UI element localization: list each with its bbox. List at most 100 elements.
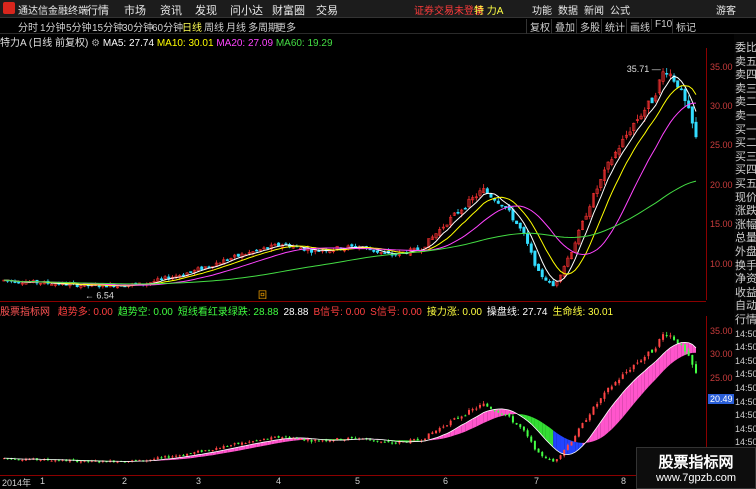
price-axis: 35.0030.0025.0020.0015.0010.00 [706,48,735,300]
indicator-candle-body [157,457,159,459]
tab-multi-period[interactable]: 多周期 [248,19,278,34]
indicator-candle-body [303,439,305,441]
tab-daily[interactable]: 日线 [182,19,202,34]
menu-function[interactable]: 功能 [532,2,552,17]
ribbon-segment [637,374,641,399]
indicator-candle-body [186,454,188,456]
tab-60min[interactable]: 60分钟 [152,19,183,34]
indicator-candle-body [21,460,23,461]
menu-item-discover[interactable]: 发现 [195,2,217,18]
toolbar: 分时 1分钟 5分钟 15分钟 30分钟 60分钟 日线 周线 月线 多周期 更… [0,18,756,34]
multi-stock-button[interactable]: 多股 [576,19,600,34]
side-panel-label: 外盘 [735,246,756,259]
ma-info-bar: 特力A (日线 前复权) ⚙ MA5: 27.74 MA10: 30.01 MA… [0,34,706,47]
ribbon-segment [491,409,495,419]
tab-30min[interactable]: 30分钟 [122,19,153,34]
menu-item-quotes[interactable]: 行情 [87,2,109,18]
side-panel-label: 买三 [735,151,756,164]
candle-body [417,248,419,250]
indicator-candle-body [270,437,272,439]
indicator-candle-body [263,439,265,440]
indicator-candle-body [230,445,232,446]
indicator-candle-body [644,357,646,361]
indicator-candle-body [54,460,56,461]
indicator-candle-body [688,351,690,355]
operator-line [4,342,696,461]
indicator-candle-body [475,409,477,410]
indicator-candle-body [505,414,507,415]
candle-body [98,286,100,287]
tab-1min[interactable]: 1分钟 [40,19,66,34]
watermark: 股票指标网 www.7gpzb.com [636,447,756,489]
tab-intraday[interactable]: 分时 [18,19,38,34]
indicator-candle-body [450,421,452,426]
indicator-candle-body [556,459,558,461]
candle-body [351,245,353,247]
indicator-candle-body [164,456,166,457]
indicator-candle-body [252,441,254,442]
f10-button[interactable]: F10 [651,19,672,30]
side-panel-label: 14:50 [735,368,756,381]
price-tick: 10.00 [710,259,733,269]
candle-body [530,244,532,253]
adjust-button[interactable]: 复权 [526,19,550,34]
indicator-candle-body [245,443,247,444]
candlestick-chart[interactable]: 35.71 —← 6.54回 [0,48,706,300]
side-panel-label: 净资 [735,273,756,286]
side-panel-label: 卖三 [735,83,756,96]
indicator-candle-body [318,441,320,442]
tab-5min[interactable]: 5分钟 [66,19,92,34]
menu-newsfeed[interactable]: 新闻 [584,2,604,17]
app-title: 通达信金融终端 [18,2,88,17]
indicator-candle-body [640,361,642,363]
indicator-candle-body [259,440,261,441]
date-tick: 6 [443,476,448,486]
side-panel-label: 委比 [735,42,756,55]
menu-item-market[interactable]: 市场 [124,2,146,18]
indicator-candle-body [680,344,682,345]
indicator-candle-body [560,455,562,459]
quote-side-panel: 委比卖五卖四卖三卖二卖一买一买二买三买四买五现价涨跌涨幅总量外盘换手净资收益自动… [734,34,756,487]
mark-button[interactable]: 标记 [672,19,696,34]
candle-body [266,248,268,249]
draw-button[interactable]: 画线 [626,19,650,34]
indicator-candle-body [581,423,583,428]
app-logo-icon [3,2,15,14]
indicator-candle-body [281,437,283,438]
tab-15min[interactable]: 15分钟 [92,19,123,34]
menu-formula[interactable]: 公式 [610,2,630,17]
menu-item-trade[interactable]: 交易 [316,2,338,18]
tab-monthly[interactable]: 月线 [226,19,246,34]
stats-button[interactable]: 统计 [601,19,625,34]
price-tick: 25.00 [710,140,733,150]
tab-weekly[interactable]: 周线 [204,19,224,34]
indicator-candle-body [677,339,679,343]
indicator-candle-body [589,414,591,420]
indicator-candle-body [538,449,540,453]
overlay-button[interactable]: 叠加 [551,19,575,34]
indicator-candle-body [351,437,353,438]
side-panel-label: 14:50 [735,382,756,395]
indicator-candle-body [369,440,371,441]
indicator-candle-body [80,461,82,462]
menu-item-wealth[interactable]: 财富圈 [272,2,305,18]
menu-item-news[interactable]: 资讯 [160,2,182,18]
menu-item-ask[interactable]: 问小达 [230,2,263,18]
indicator-candle-body [267,439,269,440]
indicator-candle-body [223,446,225,449]
indicator-candle-body [285,437,287,438]
menu-data[interactable]: 数据 [558,2,578,17]
indicator-chart[interactable]: 合众资卖出趋势空抄底黑马接力涨底部逃顶 [0,316,706,474]
indicator-candle-body [622,374,624,379]
price-tick: 35.00 [710,62,733,72]
indicator-candle-body [168,456,170,457]
side-panel-label: 卖一 [735,110,756,123]
indicator-candle-body [508,414,510,417]
ribbon-segment [626,385,630,413]
indicator-candle-body [311,440,313,442]
tab-more[interactable]: 更多 [276,19,296,34]
indicator-candle-body [201,450,203,452]
menu-guest[interactable]: 游客 [716,2,736,17]
candle-body [310,250,312,253]
indicator-candle-body [435,431,437,433]
